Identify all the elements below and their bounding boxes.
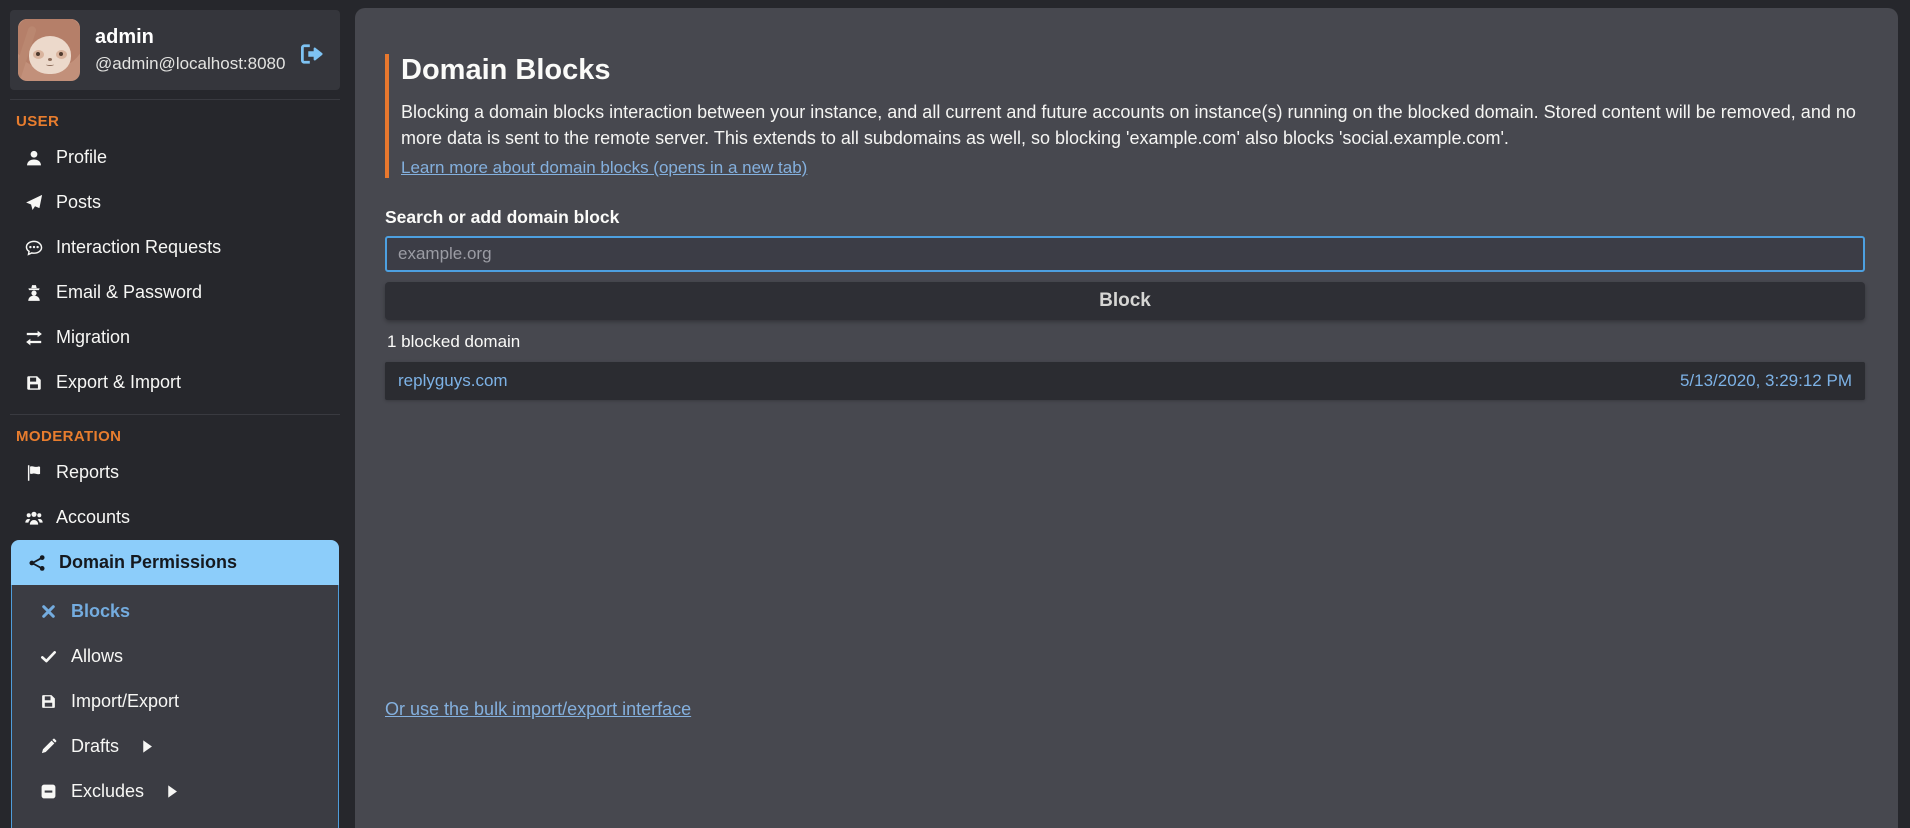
floppy-icon xyxy=(40,693,57,710)
search-label: Search or add domain block xyxy=(385,207,1865,228)
sidebar-item-domain-permissions[interactable]: Domain Permissions xyxy=(11,540,339,585)
sidebar-item-label: Domain Permissions xyxy=(59,552,237,573)
sidebar-item-label: Accounts xyxy=(56,507,130,528)
sidebar-item-label: Profile xyxy=(56,147,107,168)
comment-dots-icon xyxy=(25,239,43,257)
submenu-item-label: Blocks xyxy=(71,601,130,622)
sidebar-item-reports[interactable]: Reports xyxy=(10,450,340,495)
sidebar-item-interaction-requests[interactable]: Interaction Requests xyxy=(10,225,340,270)
divider xyxy=(10,99,340,100)
submenu-item-label: Import/Export xyxy=(71,691,179,712)
blocked-domain-count: 1 blocked domain xyxy=(387,332,1865,352)
page-header: Domain Blocks Blocking a domain blocks i… xyxy=(385,54,1865,178)
username: admin xyxy=(95,26,285,49)
paper-plane-icon xyxy=(25,194,43,212)
sidebar-item-label: Email & Password xyxy=(56,282,202,303)
sign-out-icon[interactable] xyxy=(299,43,325,65)
sidebar-item-accounts[interactable]: Accounts xyxy=(10,495,340,540)
sidebar-nav: USER Profile Posts Interaction Requests … xyxy=(10,113,340,828)
bulk-link-wrap: Or use the bulk import/export interface xyxy=(385,699,1865,720)
submenu-item-label: Drafts xyxy=(71,736,119,757)
users-icon xyxy=(25,509,43,527)
sidebar: admin @admin@localhost:8080 USER Profile… xyxy=(0,0,355,828)
submenu-item-label: Allows xyxy=(71,646,123,667)
pencil-icon xyxy=(40,738,57,755)
check-icon xyxy=(40,648,57,665)
flag-icon xyxy=(25,464,43,482)
submenu-item-import-export[interactable]: Import/Export xyxy=(12,679,338,724)
submenu-item-drafts[interactable]: Drafts xyxy=(12,724,338,769)
sidebar-item-posts[interactable]: Posts xyxy=(10,180,340,225)
sidebar-item-label: Migration xyxy=(56,327,130,348)
user-secret-icon xyxy=(25,284,43,302)
caret-right-icon xyxy=(164,783,181,800)
exchange-icon xyxy=(25,329,43,347)
submenu-item-label: Excludes xyxy=(71,781,144,802)
share-nodes-icon xyxy=(28,554,46,572)
user-handle: @admin@localhost:8080 xyxy=(95,54,285,74)
sidebar-item-profile[interactable]: Profile xyxy=(10,135,340,180)
sidebar-item-label: Posts xyxy=(56,192,101,213)
sidebar-item-migration[interactable]: Migration xyxy=(10,315,340,360)
domain-permissions-submenu: Blocks Allows Import/Export Drafts Exclu… xyxy=(11,585,339,828)
submenu-item-allows[interactable]: Allows xyxy=(12,634,338,679)
avatar xyxy=(18,19,80,81)
submenu-item-excludes[interactable]: Excludes xyxy=(12,769,338,814)
caret-right-icon xyxy=(139,738,156,755)
submenu-item-subscriptions[interactable]: Subscriptions xyxy=(12,814,338,828)
user-icon xyxy=(25,149,43,167)
blocked-domain-link[interactable]: replyguys.com xyxy=(398,371,508,391)
sidebar-item-label: Interaction Requests xyxy=(56,237,221,258)
blocked-domain-date: 5/13/2020, 3:29:12 PM xyxy=(1680,371,1852,391)
blocked-domain-row[interactable]: replyguys.com 5/13/2020, 3:29:12 PM xyxy=(385,362,1865,400)
learn-more-link[interactable]: Learn more about domain blocks (opens in… xyxy=(401,158,807,177)
page-title: Domain Blocks xyxy=(401,54,1865,87)
user-info: admin @admin@localhost:8080 xyxy=(95,26,285,74)
floppy-icon xyxy=(25,374,43,392)
sidebar-item-email-password[interactable]: Email & Password xyxy=(10,270,340,315)
section-label-moderation: MODERATION xyxy=(16,428,340,445)
domain-search-input[interactable] xyxy=(385,236,1865,272)
section-label-user: USER xyxy=(16,113,340,130)
block-button[interactable]: Block xyxy=(385,282,1865,320)
sidebar-item-label: Export & Import xyxy=(56,372,181,393)
main-panel: Domain Blocks Blocking a domain blocks i… xyxy=(355,8,1898,828)
x-icon xyxy=(40,603,57,620)
minus-square-icon xyxy=(40,783,57,800)
user-card: admin @admin@localhost:8080 xyxy=(10,10,340,90)
sidebar-item-label: Reports xyxy=(56,462,119,483)
submenu-item-blocks[interactable]: Blocks xyxy=(12,589,338,634)
divider xyxy=(10,414,340,415)
bulk-import-export-link[interactable]: Or use the bulk import/export interface xyxy=(385,699,691,719)
page-description: Blocking a domain blocks interaction bet… xyxy=(401,100,1865,151)
sidebar-item-export-import[interactable]: Export & Import xyxy=(10,360,340,405)
